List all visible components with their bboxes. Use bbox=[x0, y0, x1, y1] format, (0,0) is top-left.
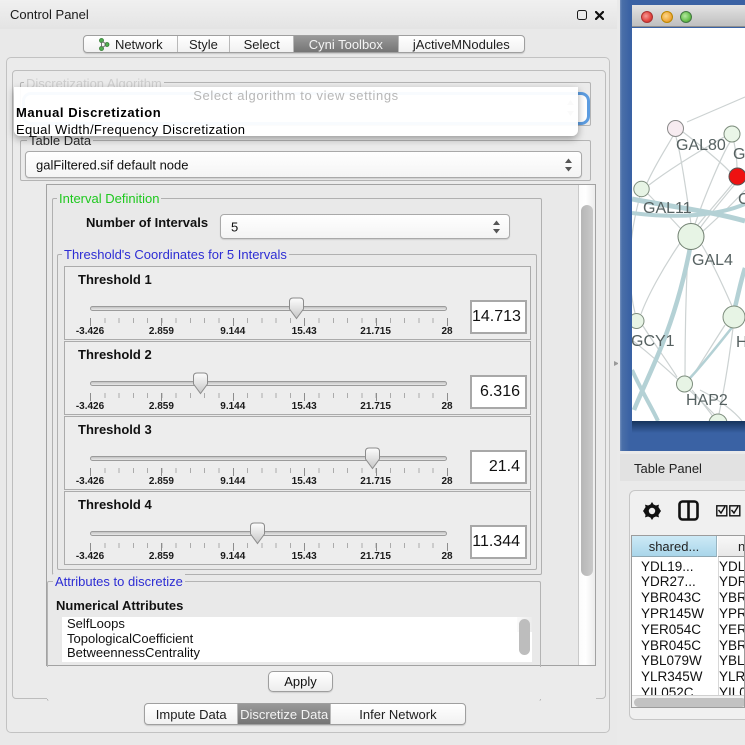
svg-text:GAL4: GAL4 bbox=[692, 252, 733, 269]
svg-text:C: C bbox=[738, 191, 745, 208]
svg-text:HAP2: HAP2 bbox=[686, 392, 728, 409]
svg-text:GAL11: GAL11 bbox=[643, 200, 692, 217]
svg-text:H: H bbox=[736, 334, 745, 351]
svg-text:GAL80: GAL80 bbox=[676, 137, 726, 154]
svg-text:GCY1: GCY1 bbox=[632, 333, 675, 350]
svg-text:G.: G. bbox=[733, 146, 745, 163]
